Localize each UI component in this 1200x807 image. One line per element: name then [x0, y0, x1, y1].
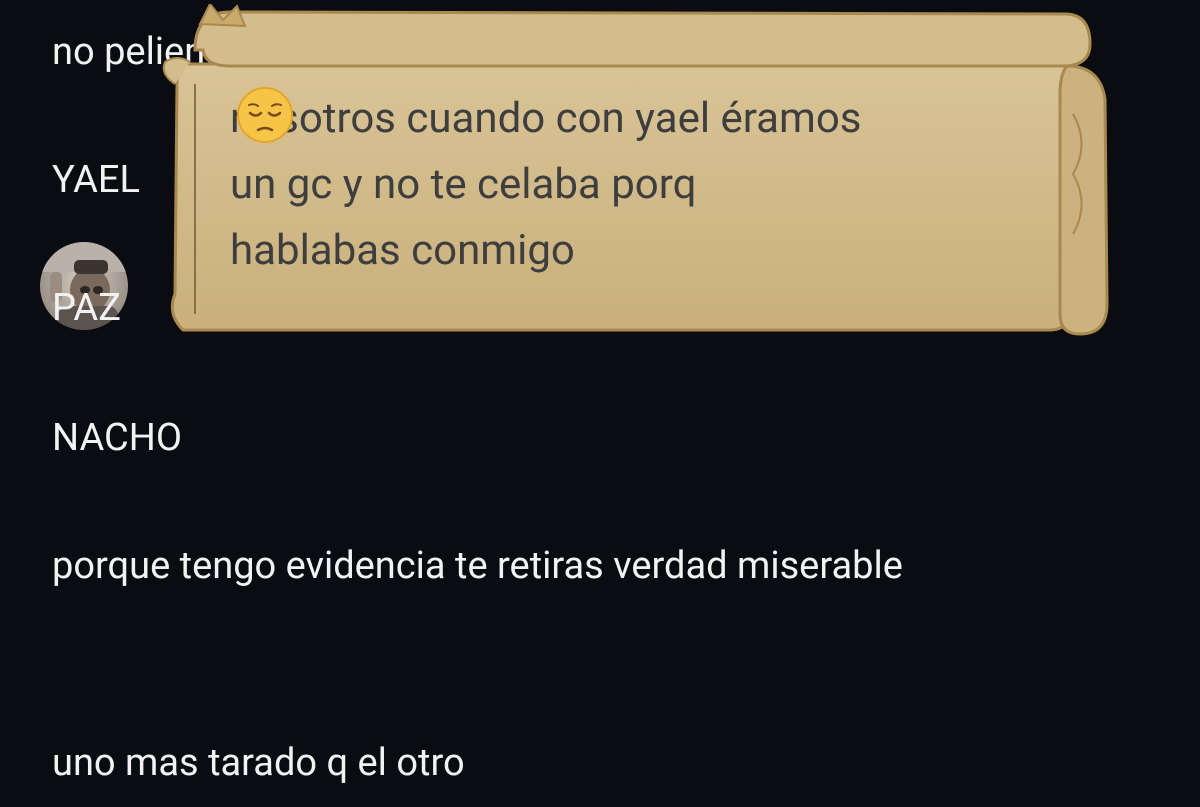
chat-message: YAEL	[52, 158, 140, 202]
chat-message: porque tengo evidencia te retiras verdad…	[52, 544, 903, 588]
pensive-face-icon	[237, 87, 293, 143]
scroll-message-bubble[interactable]: nosotros cuando con yael éramos un gc y …	[155, 4, 1120, 340]
scroll-message-text: nosotros cuando con yael éramos un gc y …	[230, 86, 1060, 284]
scroll-line: un gc y no te celaba porq	[230, 160, 697, 209]
scroll-line-text: hablabas conmigo	[230, 226, 575, 275]
chat-message: PAZ	[52, 286, 121, 330]
scroll-line: nosotros cuando con yael éramos	[230, 94, 862, 143]
chat-message: NACHO	[52, 416, 183, 460]
chat-message: uno mas tarado q el otro	[52, 741, 465, 785]
chat-screen: no peliemos yael ok paces paz YAEL PAZ N…	[0, 0, 1200, 807]
scroll-line: hablabas conmigo	[230, 87, 1060, 284]
